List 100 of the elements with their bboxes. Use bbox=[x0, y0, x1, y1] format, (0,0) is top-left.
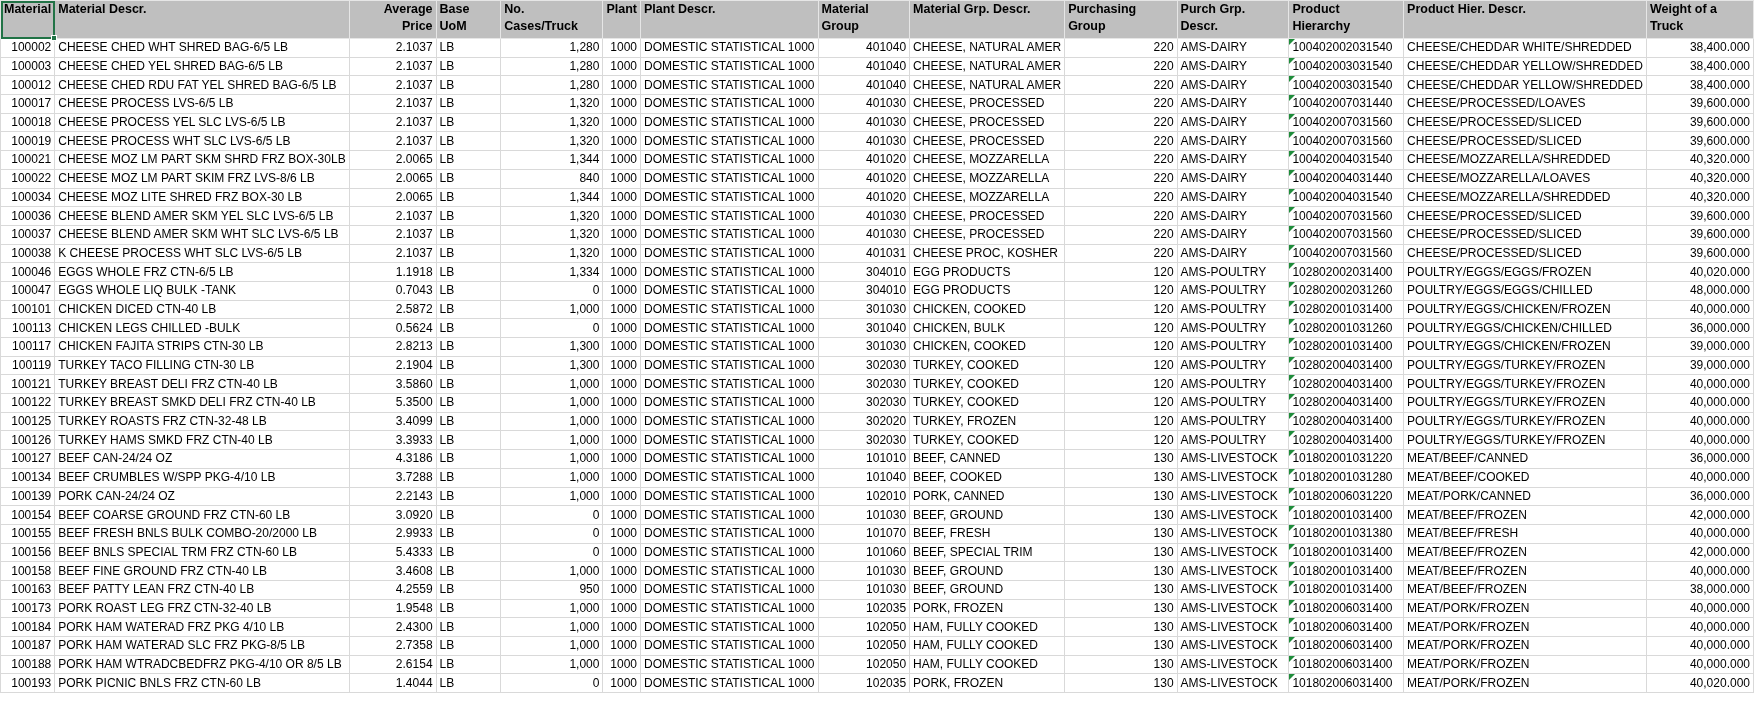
cell-text: 39,600.000 bbox=[1689, 133, 1750, 148]
cell-text: BEEF PATTY LEAN FRZ CTN-40 LB bbox=[58, 582, 255, 597]
cell-text: 401030 bbox=[866, 133, 907, 148]
cell-text: 1,344 bbox=[569, 152, 600, 167]
column-header: Material Group bbox=[818, 0, 910, 39]
cell-text: LB bbox=[439, 40, 455, 55]
cell-text: DOMESTIC STATISTICAL 1000 bbox=[644, 675, 815, 690]
cell-text: LB bbox=[439, 451, 455, 466]
cell-text: LB bbox=[439, 339, 455, 354]
cell-text: CHEESE MOZ LM PART SKIM FRZ LVS-8/6 LB bbox=[58, 171, 315, 186]
cell-text: 101802001031380 bbox=[1292, 526, 1393, 541]
cell-text: CHEESE/MOZZARELLA/SHREDDED bbox=[1407, 189, 1611, 204]
cell-text: 1,000 bbox=[569, 395, 600, 410]
cell-text: DOMESTIC STATISTICAL 1000 bbox=[644, 227, 815, 242]
cell-text: 40,000.000 bbox=[1689, 376, 1750, 391]
cell-text: 302030 bbox=[866, 432, 907, 447]
cell-text: 1,000 bbox=[569, 638, 600, 653]
column-header: Purch Grp. Descr. bbox=[1177, 0, 1289, 39]
cell-text: PORK HAM WTRADCBEDFRZ PKG-4/10 OR 8/5 LB bbox=[58, 657, 342, 672]
cell-text: CHEESE PROCESS LVS-6/5 LB bbox=[58, 96, 234, 111]
cell-text: PORK, CANNED bbox=[913, 488, 1005, 503]
cell-text: 102802004031400 bbox=[1292, 432, 1393, 447]
cell-text: 2.0065 bbox=[395, 189, 433, 204]
cell-text: 1000 bbox=[610, 358, 638, 373]
cell-text: 40,020.000 bbox=[1689, 264, 1750, 279]
cell-text: 40,320.000 bbox=[1689, 189, 1750, 204]
cell-text: 100119 bbox=[12, 358, 52, 373]
cell-text: 1000 bbox=[610, 526, 638, 541]
cell-text: AMS-DAIRY bbox=[1180, 208, 1248, 223]
cell-text: DOMESTIC STATISTICAL 1000 bbox=[644, 582, 815, 597]
cell-text: TURKEY BREAST DELI FRZ CTN-40 LB bbox=[58, 376, 278, 391]
cell-text: 100163 bbox=[11, 582, 52, 597]
cell-text: 1000 bbox=[610, 619, 638, 634]
cell-text: 1000 bbox=[610, 675, 638, 690]
cell-text: 2.1037 bbox=[395, 227, 433, 242]
cell-text: MEAT/PORK/FROZEN bbox=[1407, 619, 1530, 634]
cell-text: 220 bbox=[1153, 171, 1174, 186]
cell-text: LB bbox=[439, 152, 455, 167]
cell-text: LB bbox=[439, 600, 455, 615]
cell-text: 120 bbox=[1153, 358, 1174, 373]
cell-text: 2.0065 bbox=[395, 171, 433, 186]
cell-text: 130 bbox=[1153, 563, 1174, 578]
cell-text: 100402003031540 bbox=[1292, 59, 1393, 74]
cell-text: AMS-POULTRY bbox=[1180, 320, 1267, 335]
cell-text: CHEESE PROCESS YEL SLC LVS-6/5 LB bbox=[58, 115, 286, 130]
cell-text: 1,000 bbox=[569, 451, 600, 466]
cell-text: MEAT/PORK/FROZEN bbox=[1407, 638, 1530, 653]
cell-text: MEAT/BEEF/COOKED bbox=[1407, 470, 1530, 485]
cell-text: 100125 bbox=[11, 414, 52, 429]
cell-text: 302030 bbox=[866, 358, 907, 373]
cell-text: 101010 bbox=[866, 451, 907, 466]
cell-text: 38,400.000 bbox=[1689, 40, 1750, 55]
cell-text: CHEESE, MOZZARELLA bbox=[913, 171, 1050, 186]
cell-text: 0 bbox=[592, 544, 600, 559]
cell-text: HAM, FULLY COOKED bbox=[913, 619, 1039, 634]
fill-handle[interactable] bbox=[51, 35, 58, 41]
cell-text: DOMESTIC STATISTICAL 1000 bbox=[644, 115, 815, 130]
cell-text: 1000 bbox=[610, 414, 638, 429]
cell-text: 40,320.000 bbox=[1689, 171, 1750, 186]
cell-text: AMS-LIVESTOCK bbox=[1180, 582, 1278, 597]
cell-text: CHEESE PROC, KOSHER bbox=[913, 245, 1058, 260]
cell-text: LB bbox=[439, 657, 455, 672]
cell-text: 0.7043 bbox=[395, 283, 433, 298]
cell-text: EGGS WHOLE LIQ BULK -TANK bbox=[58, 283, 237, 298]
column-header: Average Price bbox=[349, 0, 437, 39]
cell-text: POULTRY/EGGS/TURKEY/FROZEN bbox=[1407, 358, 1606, 373]
cell-text: LB bbox=[439, 619, 455, 634]
cell-text: AMS-POULTRY bbox=[1180, 283, 1267, 298]
cell-text: CHEESE, NATURAL AMER bbox=[913, 40, 1062, 55]
cell-text: 130 bbox=[1153, 470, 1174, 485]
cell-text: 302020 bbox=[866, 414, 907, 429]
cell-text: CHEESE, NATURAL AMER bbox=[913, 77, 1062, 92]
cell-text: 220 bbox=[1153, 96, 1174, 111]
cell-text: 5.4333 bbox=[395, 544, 433, 559]
column-header: Material Descr. bbox=[54, 0, 350, 39]
cell-text: 40,320.000 bbox=[1689, 152, 1750, 167]
cell-text: AMS-POULTRY bbox=[1180, 339, 1267, 354]
cell-text: 101802001031400 bbox=[1292, 563, 1393, 578]
cell-text: 101802001031280 bbox=[1292, 470, 1393, 485]
cell-text: LB bbox=[439, 96, 455, 111]
cell-text: 2.1037 bbox=[395, 245, 433, 260]
cell-text: 100402007031560 bbox=[1292, 115, 1393, 130]
cell-text: 1,000 bbox=[569, 414, 600, 429]
cell-text: 102802004031400 bbox=[1292, 414, 1393, 429]
cell-text: TURKEY, FROZEN bbox=[913, 414, 1017, 429]
cell-text: AMS-POULTRY bbox=[1180, 432, 1267, 447]
cell-text: 3.5860 bbox=[395, 376, 433, 391]
cell-text: LB bbox=[439, 376, 455, 391]
cell-text: 100402004031540 bbox=[1292, 152, 1393, 167]
cell-text: LB bbox=[439, 245, 455, 260]
cell-text: 840 bbox=[579, 171, 600, 186]
cell-text: 1000 bbox=[610, 133, 638, 148]
cell-text: 220 bbox=[1153, 133, 1174, 148]
cell-text: 100402003031540 bbox=[1292, 77, 1393, 92]
cell-text: 40,000.000 bbox=[1689, 563, 1750, 578]
cell-text: 0 bbox=[592, 675, 600, 690]
column-header: Weight of a Truck bbox=[1646, 0, 1754, 39]
cell-text: MEAT/BEEF/FROZEN bbox=[1407, 507, 1527, 522]
cell-text: DOMESTIC STATISTICAL 1000 bbox=[644, 40, 815, 55]
cell-text: CHEESE/PROCESSED/SLICED bbox=[1407, 208, 1582, 223]
